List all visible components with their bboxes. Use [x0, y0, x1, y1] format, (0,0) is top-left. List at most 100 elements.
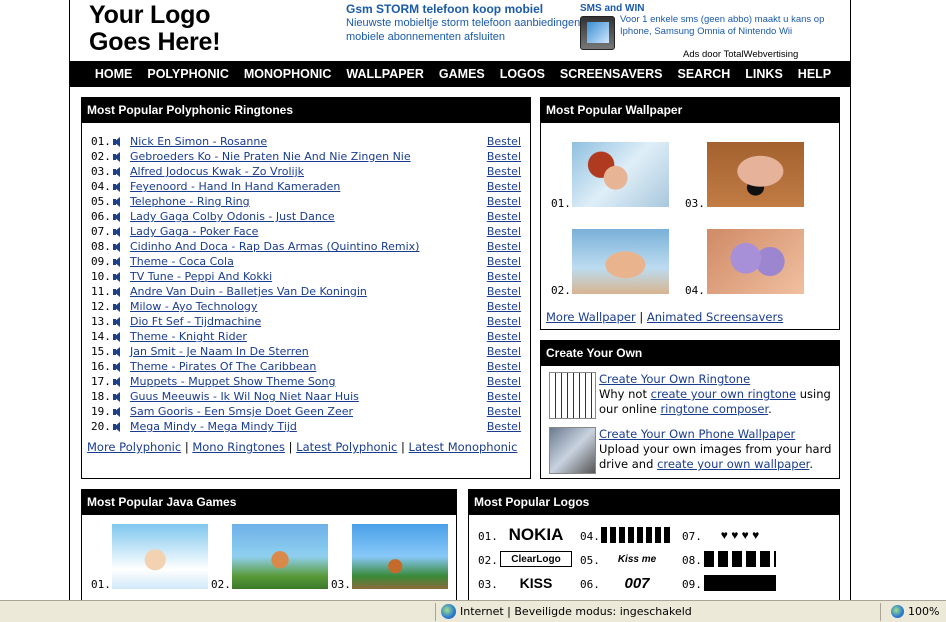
order-link[interactable]: Bestel	[487, 194, 521, 209]
wallpaper-thumb[interactable]	[572, 142, 669, 207]
nav-monophonic[interactable]: MONOPHONIC	[244, 67, 332, 81]
ringtone-title-link[interactable]: Cidinho And Doca - Rap Das Armas (Quinti…	[130, 239, 419, 254]
speaker-icon[interactable]	[113, 331, 120, 342]
nav-home[interactable]: HOME	[95, 67, 133, 81]
ringtone-title-link[interactable]: Jan Smit - Je Naam In De Sterren	[130, 344, 309, 359]
order-link[interactable]: Bestel	[487, 329, 521, 344]
nav-logos[interactable]: LOGOS	[500, 67, 545, 81]
speaker-icon[interactable]	[113, 166, 120, 177]
ringtone-title-link[interactable]: Dio Ft Sef - Tijdmachine	[130, 314, 261, 329]
order-link[interactable]: Bestel	[487, 404, 521, 419]
speaker-icon[interactable]	[113, 376, 120, 387]
kiss-me-logo[interactable]: Kiss me	[601, 551, 673, 567]
zoom-level[interactable]: 100%	[908, 605, 939, 618]
zoom-icon[interactable]	[891, 605, 904, 618]
game-thumb[interactable]	[352, 524, 448, 589]
hearts-logo[interactable]: ♥ ♥ ♥ ♥	[704, 527, 776, 543]
nav-polyphonic[interactable]: POLYPHONIC	[147, 67, 229, 81]
order-link[interactable]: Bestel	[487, 239, 521, 254]
bond-007-logo[interactable]: 007	[601, 575, 673, 592]
ad-description[interactable]: Voor 1 enkele sms (geen abbo) maakt u ka…	[620, 14, 830, 38]
speaker-icon[interactable]	[113, 391, 120, 402]
order-link[interactable]: Bestel	[487, 419, 521, 434]
phone-image[interactable]	[580, 16, 615, 50]
more-wallpaper-link[interactable]: More Wallpaper	[546, 310, 636, 324]
speaker-icon[interactable]	[113, 286, 120, 297]
game-thumb[interactable]	[232, 524, 328, 589]
ads-by-label[interactable]: Ads door TotalWebvertising	[683, 49, 798, 60]
speaker-icon[interactable]	[113, 241, 120, 252]
ringtone-title-link[interactable]: Muppets - Muppet Show Theme Song	[130, 374, 336, 389]
pattern-logo[interactable]	[704, 551, 776, 567]
speaker-icon[interactable]	[113, 406, 120, 417]
ringtone-title-link[interactable]: Mega Mindy - Mega Mindy Tijd	[130, 419, 297, 434]
latest-polyphonic-link[interactable]: Latest Polyphonic	[296, 440, 397, 454]
order-link[interactable]: Bestel	[487, 209, 521, 224]
wallpaper-thumb[interactable]	[707, 229, 804, 294]
ringtone-title-link[interactable]: Theme - Pirates Of The Caribbean	[130, 359, 316, 374]
speaker-icon[interactable]	[113, 151, 120, 162]
nav-wallpaper[interactable]: WALLPAPER	[346, 67, 424, 81]
nav-help[interactable]: HELP	[798, 67, 831, 81]
ringtone-composer-link[interactable]: ringtone composer	[660, 402, 768, 416]
speaker-icon[interactable]	[113, 316, 120, 327]
text-ad-sms[interactable]: SMS and WIN Voor 1 enkele sms (geen abbo…	[580, 3, 830, 50]
order-link[interactable]: Bestel	[487, 179, 521, 194]
pattern-logo[interactable]	[601, 527, 673, 543]
create-wallpaper-heading-link[interactable]: Create Your Own Phone Wallpaper	[599, 427, 795, 441]
order-link[interactable]: Bestel	[487, 344, 521, 359]
ringtone-title-link[interactable]: Gebroeders Ko - Nie Praten Nie And Nie Z…	[130, 149, 411, 164]
order-link[interactable]: Bestel	[487, 389, 521, 404]
ad-title[interactable]: Gsm STORM telefoon koop mobiel	[346, 2, 586, 16]
order-link[interactable]: Bestel	[487, 224, 521, 239]
speaker-icon[interactable]	[113, 136, 120, 147]
order-link[interactable]: Bestel	[487, 374, 521, 389]
ringtone-title-link[interactable]: Lady Gaga - Poker Face	[130, 224, 258, 239]
animated-screensavers-link[interactable]: Animated Screensavers	[647, 310, 783, 324]
nav-links[interactable]: LINKS	[745, 67, 783, 81]
wallpaper-thumb[interactable]	[707, 142, 804, 207]
ringtone-title-link[interactable]: Theme - Coca Cola	[130, 254, 234, 269]
ringtone-composer-icon[interactable]	[549, 372, 596, 419]
ringtone-title-link[interactable]: Guus Meeuwis - Ik Wil Nog Niet Naar Huis	[130, 389, 359, 404]
order-link[interactable]: Bestel	[487, 254, 521, 269]
ringtone-title-link[interactable]: Lady Gaga Colby Odonis - Just Dance	[130, 209, 335, 224]
speaker-icon[interactable]	[113, 226, 120, 237]
create-wallpaper-link[interactable]: create your own wallpaper	[657, 457, 809, 471]
ringtone-title-link[interactable]: Feyenoord - Hand In Hand Kameraden	[130, 179, 340, 194]
speaker-icon[interactable]	[113, 301, 120, 312]
kiss-logo[interactable]: KISS	[500, 575, 572, 591]
order-link[interactable]: Bestel	[487, 134, 521, 149]
star-wars-logo[interactable]	[704, 575, 776, 591]
order-link[interactable]: Bestel	[487, 149, 521, 164]
wallpaper-thumb[interactable]	[572, 229, 669, 294]
nav-games[interactable]: GAMES	[439, 67, 485, 81]
speaker-icon[interactable]	[113, 421, 120, 432]
speaker-icon[interactable]	[113, 361, 120, 372]
order-link[interactable]: Bestel	[487, 359, 521, 374]
ringtone-title-link[interactable]: Theme - Knight Rider	[130, 329, 247, 344]
order-link[interactable]: Bestel	[487, 284, 521, 299]
mono-ringtones-link[interactable]: Mono Ringtones	[192, 440, 285, 454]
order-link[interactable]: Bestel	[487, 269, 521, 284]
nav-search[interactable]: SEARCH	[678, 67, 731, 81]
clearlogo-logo[interactable]: ClearLogo	[500, 551, 572, 567]
speaker-icon[interactable]	[113, 211, 120, 222]
speaker-icon[interactable]	[113, 346, 120, 357]
speaker-icon[interactable]	[113, 271, 120, 282]
wallpaper-creator-icon[interactable]	[549, 427, 596, 474]
create-ringtone-heading-link[interactable]: Create Your Own Ringtone	[599, 372, 750, 386]
ad-title[interactable]: SMS and WIN	[580, 3, 830, 14]
ringtone-title-link[interactable]: TV Tune - Peppi And Kokki	[130, 269, 272, 284]
nav-screensavers[interactable]: SCREENSAVERS	[560, 67, 663, 81]
ringtone-title-link[interactable]: Nick En Simon - Rosanne	[130, 134, 267, 149]
game-thumb[interactable]	[112, 524, 208, 589]
order-link[interactable]: Bestel	[487, 314, 521, 329]
nokia-logo[interactable]: NOKIA	[500, 525, 572, 544]
text-ad-storm[interactable]: Gsm STORM telefoon koop mobiel Nieuwste …	[346, 2, 586, 44]
create-ringtone-link[interactable]: create your own ringtone	[651, 387, 796, 401]
order-link[interactable]: Bestel	[487, 164, 521, 179]
more-polyphonic-link[interactable]: More Polyphonic	[87, 440, 181, 454]
speaker-icon[interactable]	[113, 256, 120, 267]
ringtone-title-link[interactable]: Andre Van Duin - Balletjes Van De Koning…	[130, 284, 367, 299]
